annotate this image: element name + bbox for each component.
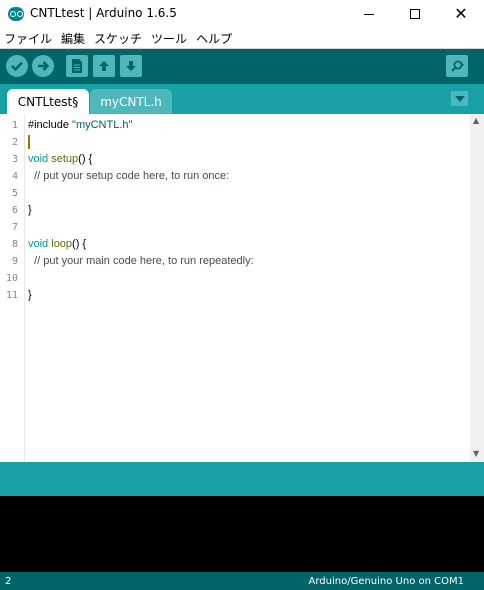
scroll-up-arrow-icon[interactable]: ▲: [473, 117, 479, 125]
line-number: 6: [11, 205, 18, 216]
close-button[interactable]: ✕: [438, 0, 484, 28]
serial-monitor-button[interactable]: [446, 55, 468, 77]
toolbar: [0, 49, 484, 84]
menu-file[interactable]: ファイル: [4, 30, 52, 47]
window-title: CNTLtest | Arduino 1.6.5: [30, 6, 177, 20]
text-caret: [28, 135, 30, 149]
tab-mycntl-h[interactable]: myCNTL.h: [90, 89, 172, 114]
upload-button[interactable]: [32, 55, 54, 77]
maximize-button[interactable]: [392, 0, 438, 28]
title-bar: CNTLtest | Arduino 1.6.5 ✕: [0, 0, 484, 28]
line-number: 10: [5, 273, 18, 284]
arrow-right-icon: [38, 61, 50, 71]
menu-help[interactable]: ヘルプ: [196, 30, 232, 47]
menu-bar: ファイル 編集 スケッチ ツール ヘルプ: [0, 28, 484, 48]
vertical-scrollbar[interactable]: ▲ ▼: [470, 114, 484, 462]
line-number: 11: [5, 290, 18, 301]
check-icon: [11, 61, 23, 72]
chevron-down-icon: [454, 95, 465, 102]
line-number-gutter: 1 2 3 4 5 6 7 8 9 10 11: [0, 114, 25, 462]
line-number: 5: [11, 188, 18, 199]
tab-menu-button[interactable]: [451, 91, 468, 106]
arrow-down-icon: [126, 61, 136, 71]
save-button[interactable]: [120, 55, 142, 77]
code-line[interactable]: void setup() {: [28, 151, 92, 168]
verify-button[interactable]: [6, 55, 28, 77]
menu-tools[interactable]: ツール: [151, 30, 187, 47]
console-output[interactable]: [0, 496, 484, 572]
line-number: 3: [11, 154, 18, 165]
code-line[interactable]: // put your main code here, to run repea…: [28, 253, 254, 270]
line-number: 1: [11, 120, 18, 131]
minimize-button[interactable]: [346, 0, 392, 28]
arduino-logo-icon: [8, 7, 24, 21]
line-number: 2: [11, 137, 18, 148]
code-line[interactable]: // put your setup code here, to run once…: [28, 168, 229, 185]
line-number: 7: [11, 222, 18, 233]
line-number: 4: [11, 171, 18, 182]
code-line[interactable]: void loop() {: [28, 236, 86, 253]
arrow-up-icon: [99, 61, 109, 71]
editor-console-divider[interactable]: [0, 462, 484, 496]
line-number: 9: [11, 256, 18, 267]
minimize-icon: [364, 13, 374, 15]
close-icon: ✕: [454, 4, 468, 23]
menu-edit[interactable]: 編集: [61, 30, 85, 47]
maximize-icon: [410, 9, 420, 19]
scroll-down-arrow-icon[interactable]: ▼: [473, 450, 479, 458]
tab-cntltest[interactable]: CNTLtest§: [7, 89, 89, 114]
code-editor[interactable]: 1 2 3 4 5 6 7 8 9 10 11 #include "myCNTL…: [0, 114, 484, 462]
status-board-port: Arduino/Genuino Uno on COM1: [308, 575, 465, 587]
status-bar: 2 Arduino/Genuino Uno on COM1: [0, 572, 484, 590]
line-number: 8: [11, 239, 18, 250]
file-icon: [72, 59, 82, 73]
new-sketch-button[interactable]: [66, 55, 88, 77]
menu-sketch[interactable]: スケッチ: [94, 30, 142, 47]
code-line[interactable]: #include "myCNTL.h": [28, 117, 132, 134]
status-line-number: 2: [5, 575, 12, 587]
magnifier-icon: [451, 60, 464, 72]
tabs-bar: CNTLtest§ myCNTL.h: [0, 84, 484, 114]
code-line[interactable]: }: [28, 202, 32, 219]
open-button[interactable]: [93, 55, 115, 77]
code-line[interactable]: }: [28, 287, 32, 304]
